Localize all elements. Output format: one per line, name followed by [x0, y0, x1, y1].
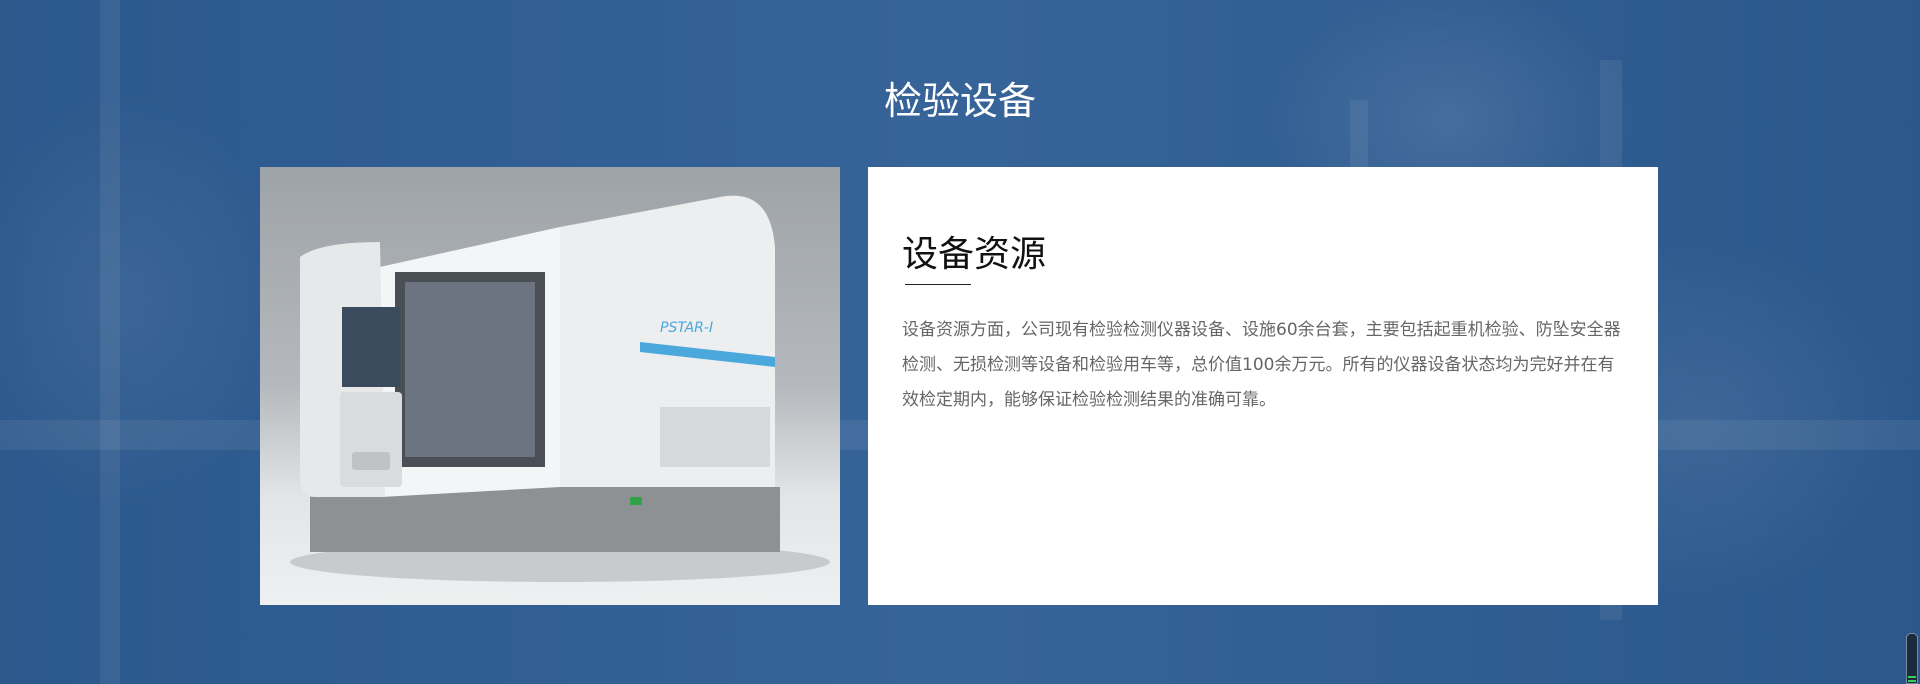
section-title: 检验设备 [883, 79, 1036, 123]
card-heading: 设备资源 [902, 234, 1047, 275]
equipment-resources-card: 设备资源 设备资源方面，公司现有检验检测仪器设备、设施60余台套，主要包括起重机… [868, 167, 1658, 605]
photo-label: PSTAR-I [660, 320, 713, 336]
card-body: 设备资源方面，公司现有检验检测仪器设备、设施60余台套，主要包括起重机检验、防坠… [902, 320, 1621, 410]
equipment-photo: PSTAR-I [260, 167, 840, 605]
heading-underline [905, 284, 971, 285]
scrollbar-widget[interactable] [1906, 633, 1918, 684]
